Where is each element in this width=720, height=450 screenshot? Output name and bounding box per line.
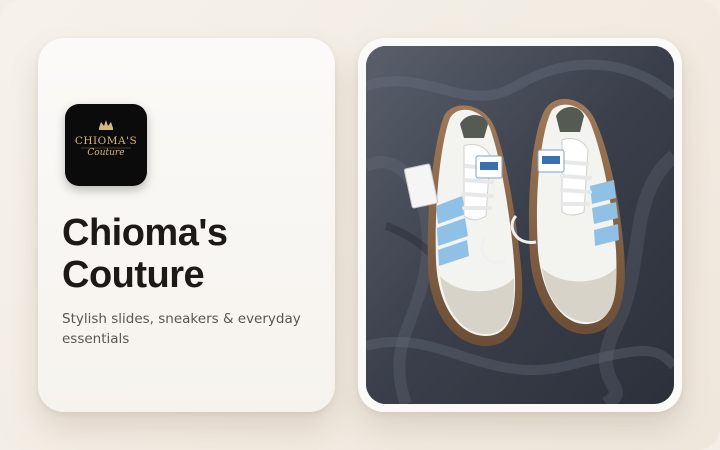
brand-name: Chioma's Couture [62, 212, 228, 296]
brand-logo: CHIOMA'S Couture [65, 104, 147, 186]
product-photo [366, 46, 674, 404]
card-canvas: CHIOMA'S Couture Chioma's Couture Stylis… [0, 0, 720, 450]
sneakers-image [366, 46, 674, 404]
logo-script-text: Couture [87, 148, 125, 158]
brand-tagline: Stylish slides, sneakers & everyday esse… [62, 311, 301, 347]
logo-wordmark: CHIOMA'S [74, 135, 138, 147]
